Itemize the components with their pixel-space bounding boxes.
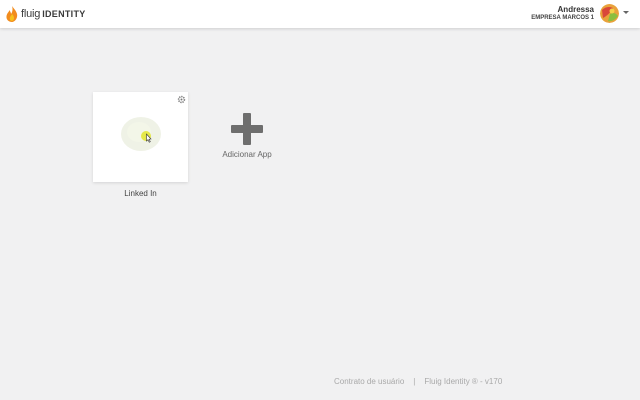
add-app-button[interactable]: Adicionar App [216, 110, 278, 165]
linkedin-icon [121, 117, 161, 151]
chevron-down-icon[interactable] [623, 11, 629, 14]
company-name: EMPRESA MARCOS 1 [531, 15, 594, 21]
app-label-linkedin[interactable]: Linked In [93, 189, 188, 198]
app-card-linkedin[interactable] [93, 92, 188, 182]
top-bar: fluig IDENTITY Andressa EMPRESA MARCOS 1 [0, 0, 640, 28]
avatar-image [600, 4, 619, 23]
plus-icon [231, 113, 263, 145]
terms-link[interactable]: Contrato de usuário [334, 377, 404, 386]
fluig-identity-logo[interactable]: fluig IDENTITY [5, 5, 86, 23]
footer-separator: | [413, 377, 416, 386]
avatar[interactable] [600, 4, 619, 23]
gear-icon[interactable] [177, 95, 186, 104]
user-info[interactable]: Andressa EMPRESA MARCOS 1 [531, 5, 594, 23]
version-text: Fluig Identity ® - v170 [424, 377, 503, 386]
fluig-flame-icon [6, 6, 18, 22]
add-app-label: Adicionar App [222, 150, 272, 159]
brand-name: fluig IDENTITY [21, 8, 86, 20]
user-name: Andressa [557, 5, 594, 14]
product-name: IDENTITY [42, 9, 86, 19]
footer: Contrato de usuário | Fluig Identity ® - v… [334, 377, 502, 386]
